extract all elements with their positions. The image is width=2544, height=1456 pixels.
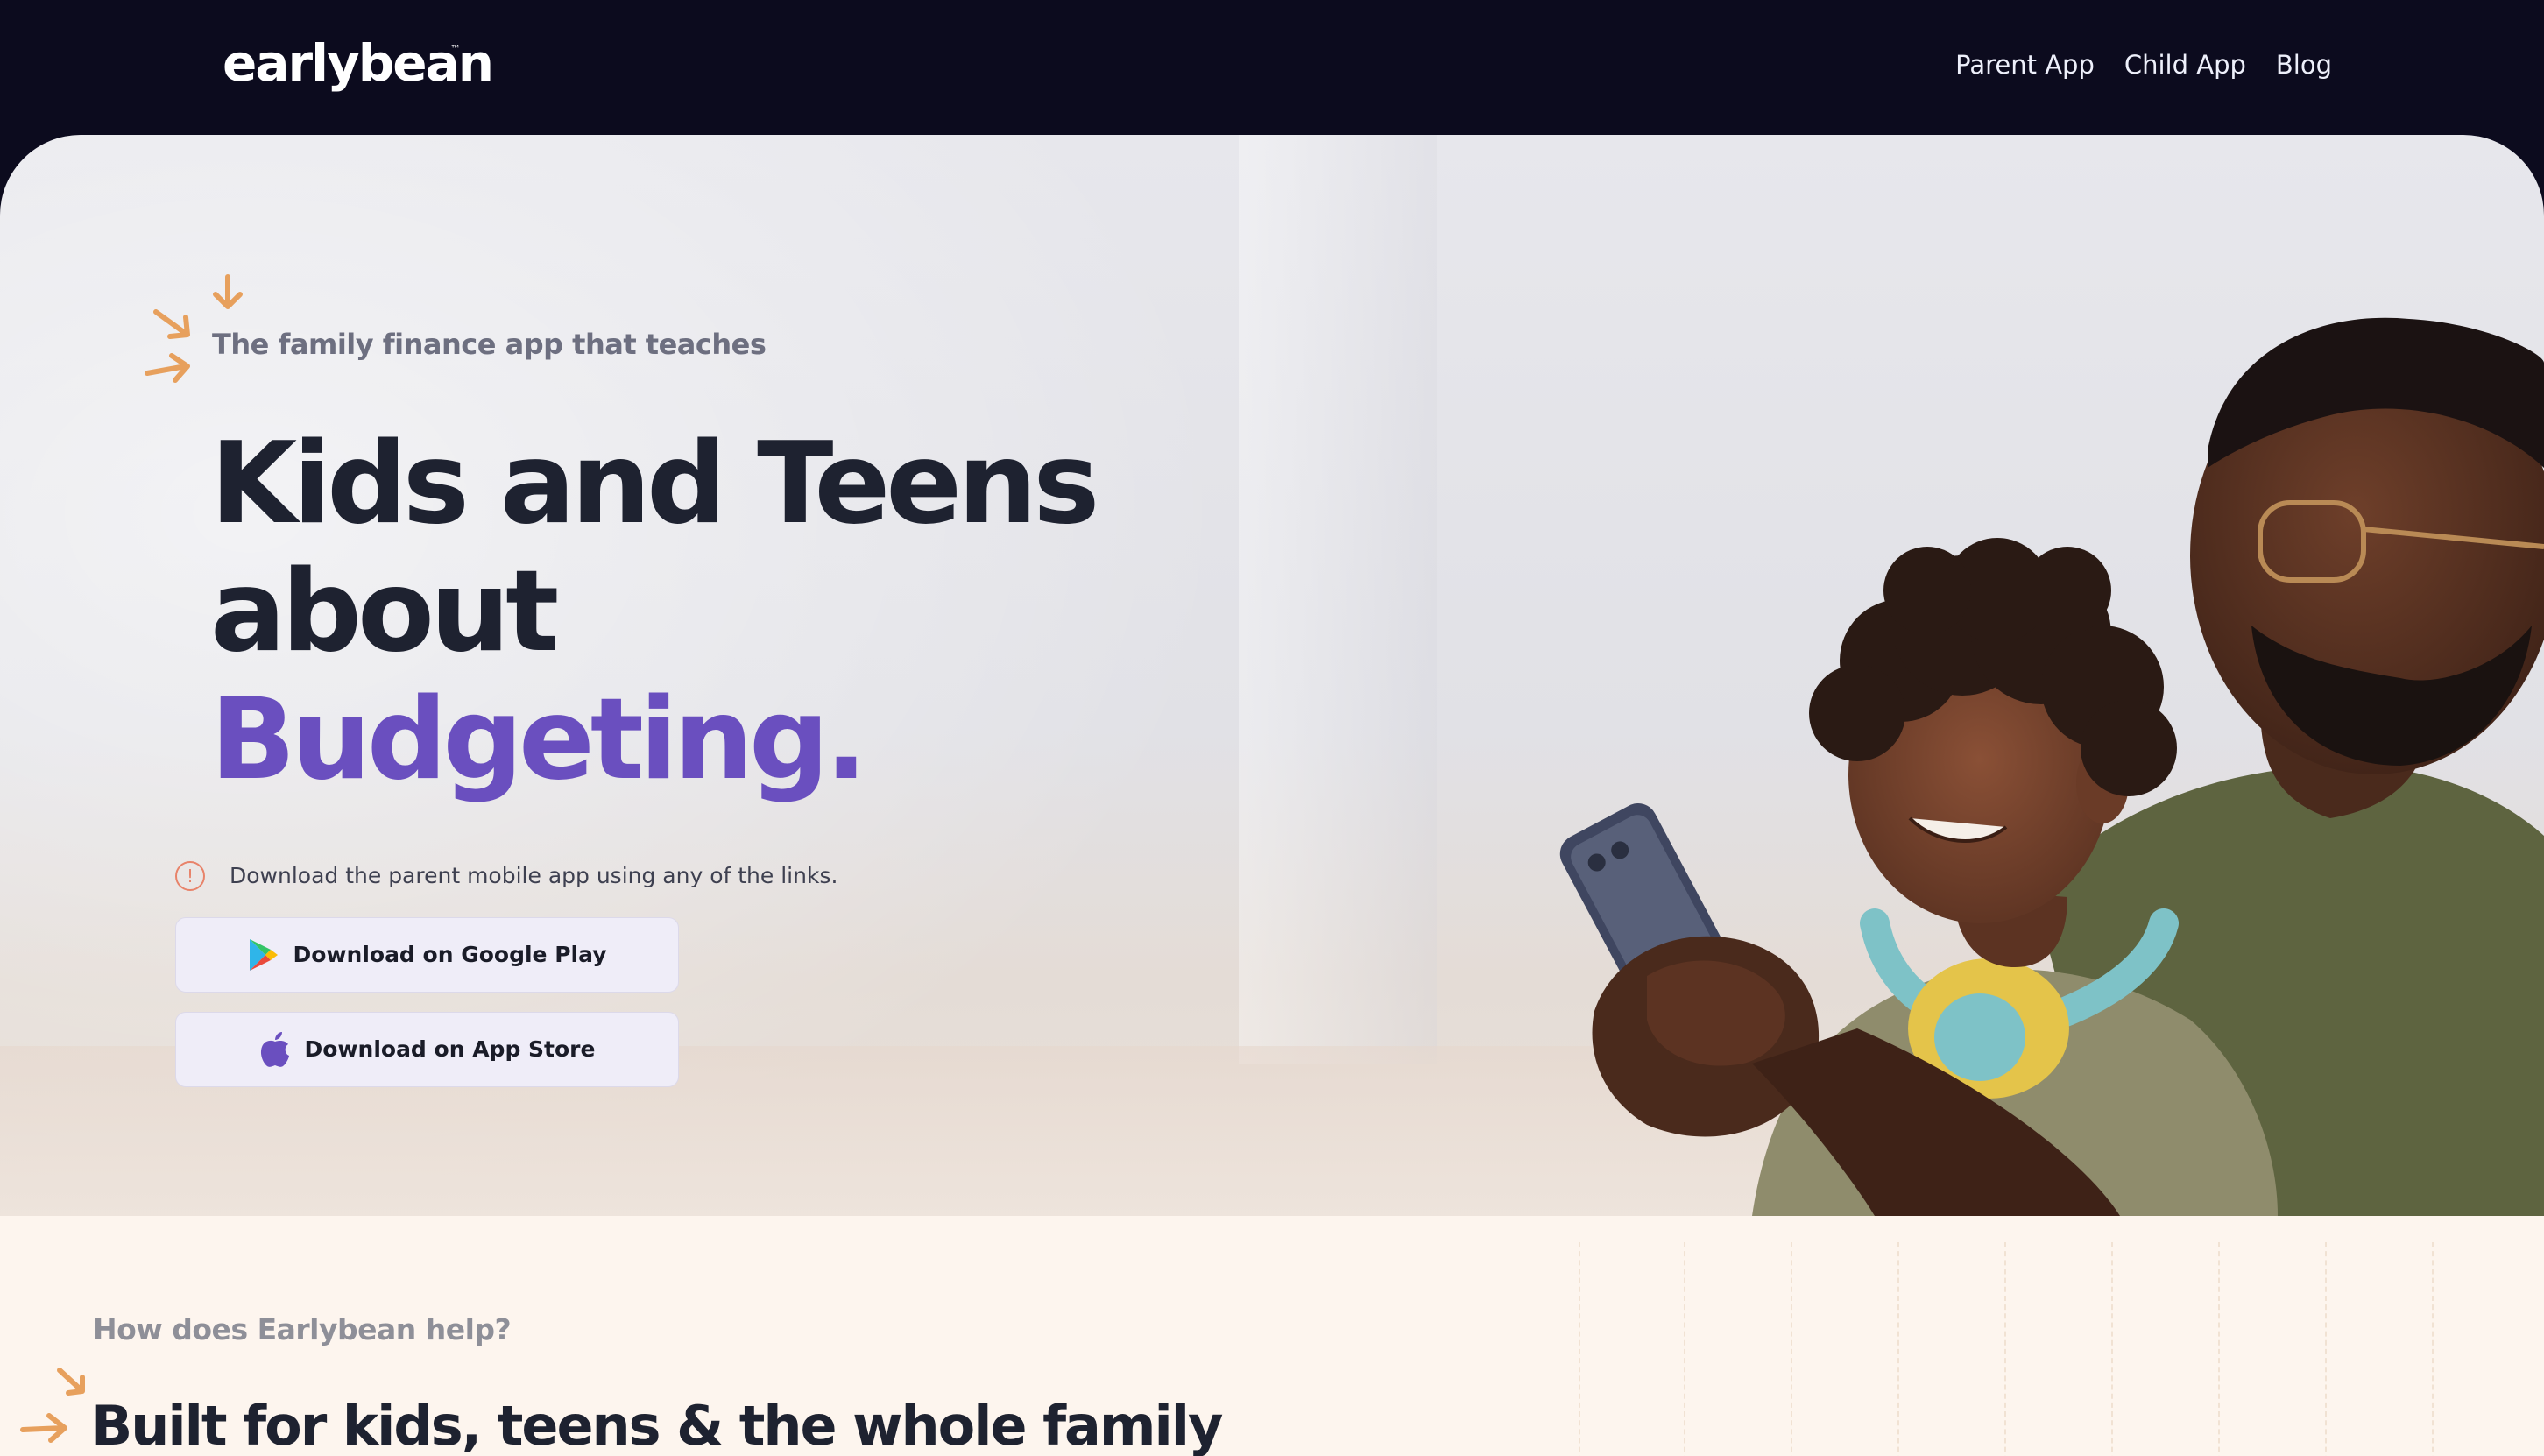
info-icon: !	[175, 861, 205, 891]
download-notice: ! Download the parent mobile app using a…	[175, 859, 837, 894]
headline-line-2: about	[210, 547, 559, 677]
decorative-dashed-line	[1579, 1242, 1580, 1456]
decorative-dashed-line	[2004, 1242, 2006, 1456]
hero-section: The family finance app that teaches Kids…	[0, 135, 2544, 1216]
download-notice-text: Download the parent mobile app using any…	[230, 863, 838, 888]
app-store-label: Download on App Store	[304, 1036, 596, 1062]
arrow-diagonal-icon	[57, 1368, 85, 1396]
headline-line-3-accent: Budgeting.	[210, 675, 867, 805]
headline-line-1: Kids and Teens	[210, 419, 1099, 549]
section-kicker: How does Earlybean help?	[93, 1312, 512, 1346]
earlybean-logo[interactable]: earlybean	[223, 30, 494, 96]
decorative-dashed-line	[2432, 1242, 2434, 1456]
arrow-right-icon	[20, 1413, 67, 1443]
how-it-helps-section: How does Earlybean help? Built for kids,…	[0, 1216, 2544, 1456]
arrow-right-icon	[145, 353, 190, 383]
google-play-button[interactable]: Download on Google Play	[175, 917, 679, 993]
arrow-down-icon	[213, 274, 243, 309]
decorative-dashed-line	[2218, 1242, 2220, 1456]
decorative-dashed-line	[1897, 1242, 1899, 1456]
hero-headline: Kids and Teens about Budgeting.	[210, 419, 1099, 805]
nav-link-child-app[interactable]: Child App	[2124, 46, 2246, 84]
apple-icon	[260, 1032, 289, 1067]
top-navigation: earlybean ™ Parent App Child App Blog	[0, 0, 2544, 137]
hero-photo	[1559, 317, 2544, 1216]
nav-link-blog[interactable]: Blog	[2276, 46, 2332, 84]
decorative-dashed-line	[1684, 1242, 1685, 1456]
decorative-dashed-line	[1791, 1242, 1792, 1456]
trademark-mark: ™	[450, 43, 461, 55]
app-store-button[interactable]: Download on App Store	[175, 1012, 679, 1087]
google-play-icon	[249, 939, 278, 971]
decorative-dashed-line	[2111, 1242, 2113, 1456]
decorative-dashed-line	[2325, 1242, 2327, 1456]
hero-background-column	[1239, 135, 1437, 1064]
nav-link-parent-app[interactable]: Parent App	[1955, 46, 2095, 84]
section-title: Built for kids, teens & the whole family	[91, 1394, 1223, 1456]
hero-tagline: The family finance app that teaches	[212, 328, 767, 361]
google-play-label: Download on Google Play	[293, 942, 607, 967]
main-nav: Parent App Child App Blog	[1955, 46, 2332, 84]
arrow-diagonal-icon	[153, 309, 190, 339]
